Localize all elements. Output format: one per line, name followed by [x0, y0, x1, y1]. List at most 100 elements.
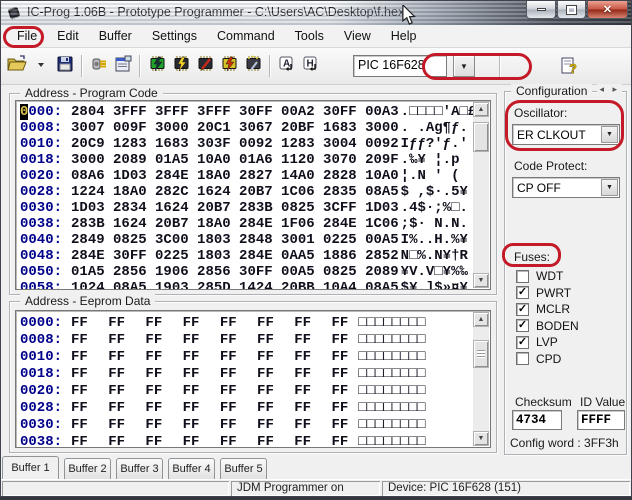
buffer-tabs: Buffer 1Buffer 2Buffer 3Buffer 4Buffer 5 [1, 456, 631, 479]
tab-buffer-4[interactable]: Buffer 4 [168, 458, 215, 479]
fuse-label-cpd: CPD [536, 352, 561, 366]
code-protect-label: Code Protect: [514, 159, 587, 173]
menu-view[interactable]: View [334, 26, 381, 46]
app-window: IC-Prog 1.06B - Prototype Programmer - C… [0, 0, 632, 497]
addr-h-icon: H [301, 54, 321, 79]
eeprom-row-0008[interactable]: 0008:FF FF FF FF FF FF FF FF□□□□□□□□ [16, 332, 490, 349]
program-row-0030[interactable]: 0030:1D03 2834 1624 20B7 283B 0825 3CFF … [16, 200, 490, 216]
ascii-column: .□□□□'A□£ [401, 104, 477, 120]
eeprom-row-0028[interactable]: 0028:FF FF FF FF FF FF FF FF□□□□□□□□ [16, 400, 490, 417]
tab-buffer-2[interactable]: Buffer 2 [64, 458, 111, 479]
scroll-down-icon[interactable]: ▼ [473, 431, 489, 446]
minimize-button[interactable] [526, 1, 556, 19]
fuse-checkbox-mclr[interactable]: ✓ [516, 303, 529, 316]
hex-address: 0038: [20, 216, 62, 232]
hex-bytes: FF FF FF FF FF FF FF FF [71, 366, 348, 382]
fuse-checkbox-boden[interactable]: ✓ [516, 319, 529, 332]
menu-command[interactable]: Command [207, 26, 285, 46]
program-scrollbar-thumb[interactable] [473, 122, 489, 152]
tab-buffer-3[interactable]: Buffer 3 [116, 458, 163, 479]
oscillator-dropdown[interactable]: ER CLKOUT ▼ [512, 124, 620, 145]
code-protect-dropdown[interactable]: CP OFF ▼ [512, 177, 620, 198]
device-select-dropdown-button[interactable]: ▼ [453, 55, 475, 77]
program-row-0038[interactable]: 0038:283B 1624 20B7 18A0 284E 1F06 284E … [16, 216, 490, 232]
addr-a-button[interactable]: A [275, 54, 299, 78]
maximize-button[interactable] [557, 1, 586, 19]
eeprom-row-0030[interactable]: 0030:FF FF FF FF FF FF FF FF□□□□□□□□ [16, 417, 490, 434]
configuration-nav-arrows[interactable]: ◂ ▸ [597, 84, 622, 95]
program-row-0058[interactable]: 0058:1024 08A5 1903 285D 1424 20BB 10A4 … [16, 280, 490, 290]
program-row-0020[interactable]: 0020:08A6 1D03 284E 18A0 2827 14A0 2828 … [16, 168, 490, 184]
fuse-checkbox-pwrt[interactable]: ✓ [516, 286, 529, 299]
eeprom-grid[interactable]: 0000:FF FF FF FF FF FF FF FF□□□□□□□□0008… [15, 310, 491, 448]
fuse-checkbox-cpd[interactable] [516, 352, 529, 365]
program-row-0000[interactable]: 0000:2804 3FFF 3FFF 3FFF 30FF 00A2 30FF … [16, 104, 490, 120]
erase-chip-icon [219, 54, 239, 79]
erase-chip-button[interactable] [217, 54, 241, 78]
scroll-down-icon[interactable]: ▼ [473, 273, 489, 288]
ascii-column: □□□□□□□□ [358, 366, 425, 382]
close-icon: ✕ [603, 3, 612, 16]
eeprom-scrollbar-thumb[interactable] [473, 340, 489, 368]
close-button[interactable]: ✕ [587, 1, 628, 19]
fuse-checkbox-lvp[interactable]: ✓ [516, 336, 529, 349]
menu-edit[interactable]: Edit [47, 26, 89, 46]
open-button[interactable] [5, 54, 29, 78]
fuse-label-boden: BODEN [536, 319, 579, 333]
eeprom-row-0000[interactable]: 0000:FF FF FF FF FF FF FF FF□□□□□□□□ [16, 315, 490, 332]
tab-buffer-1[interactable]: Buffer 1 [2, 456, 59, 479]
program-code-grid[interactable]: 0000:2804 3FFF 3FFF 3FFF 30FF 00A2 30FF … [15, 100, 491, 290]
checksum-field[interactable]: 4734 [512, 410, 562, 430]
blank-check-button[interactable] [241, 54, 265, 78]
device-select-value[interactable]: PIC 16F628 [353, 55, 447, 77]
id-value-field[interactable]: FFFF [577, 410, 625, 430]
fuse-row-cpd: CPD [516, 352, 561, 366]
scroll-up-icon[interactable]: ▲ [473, 312, 489, 327]
menu-bar: FileEditBufferSettingsCommandToolsViewHe… [1, 25, 631, 48]
program-row-0040[interactable]: 0040:2849 0825 3C00 1803 2848 3001 0225 … [16, 232, 490, 248]
device-selector[interactable]: PIC 16F628 ▼ [353, 55, 475, 77]
program-row-0018[interactable]: 0018:3000 2089 01A5 10A0 01A6 1120 3070 … [16, 152, 490, 168]
menu-file[interactable]: File [7, 26, 47, 46]
hex-bytes: FF FF FF FF FF FF FF FF [71, 349, 348, 365]
verify-chip-button[interactable] [193, 54, 217, 78]
hex-address: 0010: [20, 349, 62, 365]
help-button[interactable]: ? [557, 54, 581, 78]
save-button[interactable] [53, 54, 77, 78]
program-row-0048[interactable]: 0048:284E 30FF 0225 1803 284E 0AA5 1886 … [16, 248, 490, 264]
tab-buffer-5[interactable]: Buffer 5 [220, 458, 267, 479]
eeprom-row-0038[interactable]: 0038:FF FF FF FF FF FF FF FF□□□□□□□□ [16, 434, 490, 448]
chevron-down-icon[interactable]: ▼ [601, 126, 618, 143]
eeprom-row-0020[interactable]: 0020:FF FF FF FF FF FF FF FF□□□□□□□□ [16, 383, 490, 400]
program-row-0010[interactable]: 0010:20C9 1283 1683 303F 0092 1283 3004 … [16, 136, 490, 152]
program-row-0028[interactable]: 0028:1224 18A0 282C 1624 20B7 1C06 2835 … [16, 184, 490, 200]
fuse-checkbox-wdt[interactable] [516, 270, 529, 283]
eeprom-row-0018[interactable]: 0018:FF FF FF FF FF FF FF FF□□□□□□□□ [16, 366, 490, 383]
read-chip-button[interactable] [169, 54, 193, 78]
fuse-row-boden: ✓ BODEN [516, 319, 579, 333]
hardware-settings-button[interactable] [111, 54, 135, 78]
menu-tools[interactable]: Tools [285, 26, 334, 46]
hex-address: 0028: [20, 400, 62, 416]
chevron-down-icon[interactable]: ▼ [601, 179, 618, 196]
program-row-0050[interactable]: 0050:01A5 2856 1906 2856 30FF 00A5 0825 … [16, 264, 490, 280]
open-more-button[interactable] [29, 54, 53, 78]
eeprom-scrollbar[interactable]: ▲ ▼ [473, 312, 489, 446]
eeprom-row-0010[interactable]: 0010:FF FF FF FF FF FF FF FF□□□□□□□□ [16, 349, 490, 366]
oscillator-label: Oscillator: [514, 106, 567, 120]
configuration-panel: Configuration ◂ ▸ Oscillator: ER CLKOUT … [504, 91, 627, 455]
menu-help[interactable]: Help [381, 26, 427, 46]
menu-settings[interactable]: Settings [142, 26, 207, 46]
hex-bytes: FF FF FF FF FF FF FF FF [71, 315, 348, 331]
hex-address: 0010: [20, 136, 62, 152]
hardware-button[interactable] [87, 54, 111, 78]
addr-h-button[interactable]: H [299, 54, 323, 78]
menu-buffer[interactable]: Buffer [89, 26, 142, 46]
program-row-0008[interactable]: 0008:3007 009F 3000 20C1 3067 20BF 1683 … [16, 120, 490, 136]
title-bar[interactable]: IC-Prog 1.06B - Prototype Programmer - C… [1, 1, 631, 25]
scroll-up-icon[interactable]: ▲ [473, 102, 489, 117]
program-chip-button[interactable] [145, 54, 169, 78]
window-title: IC-Prog 1.06B - Prototype Programmer - C… [27, 5, 404, 19]
fuse-label-mclr: MCLR [536, 302, 570, 316]
program-code-scrollbar[interactable]: ▲ ▼ [473, 102, 489, 288]
